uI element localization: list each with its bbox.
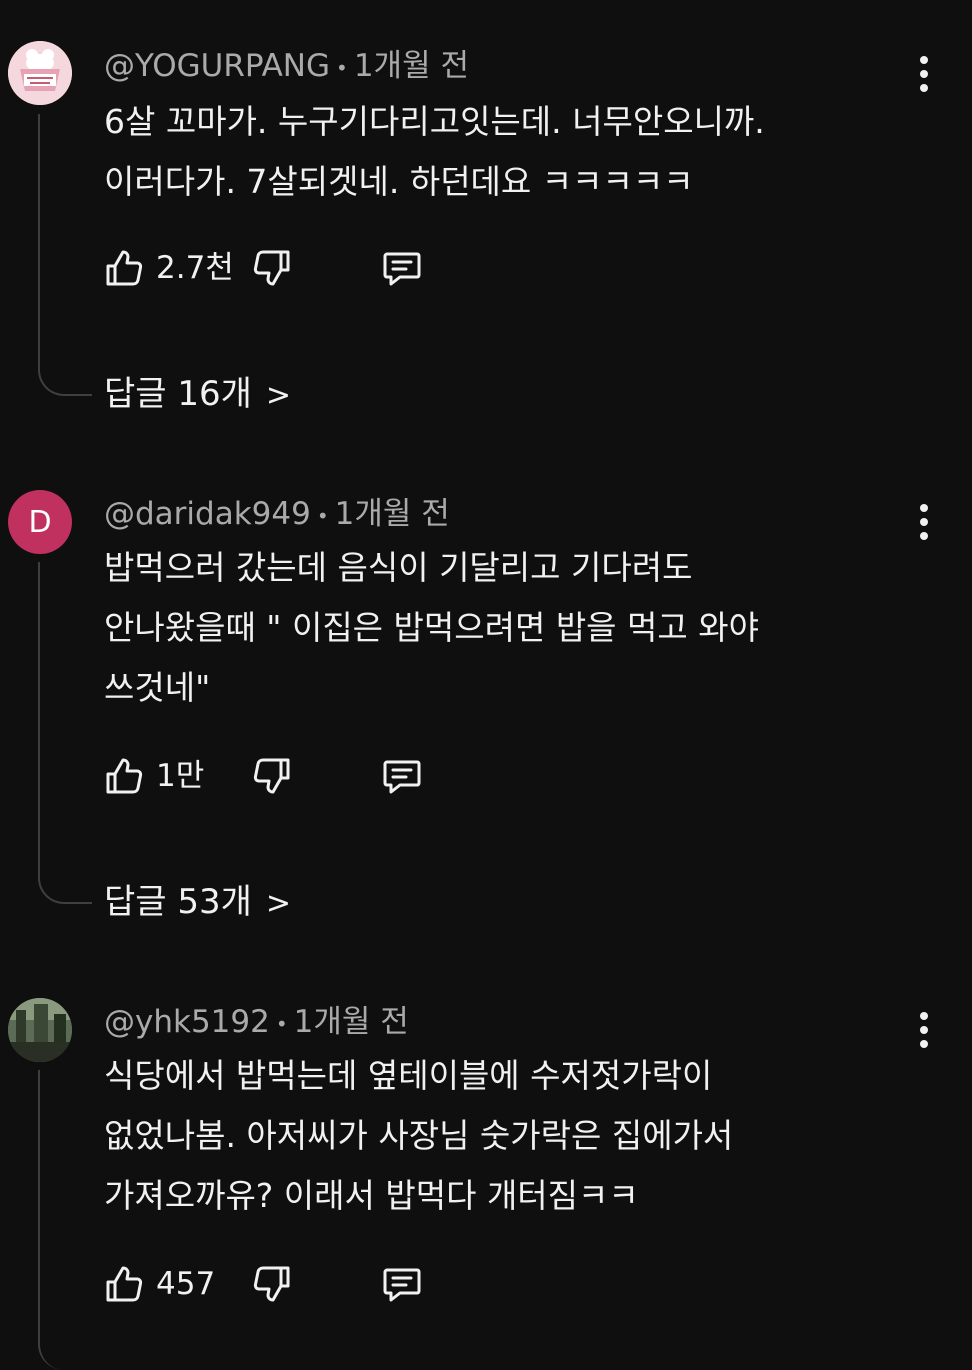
like-icon — [106, 1266, 143, 1302]
like-button[interactable] — [100, 1260, 150, 1310]
dislike-button[interactable] — [248, 1260, 298, 1310]
comment-time: 1개월 전 — [293, 1004, 409, 1040]
reply-button[interactable] — [378, 1260, 428, 1310]
thread-connector — [38, 1070, 92, 1370]
comment-meta: @yhk5192 • 1개월 전 — [104, 1002, 409, 1044]
separator-dot: • — [275, 1011, 288, 1036]
comment-text-line: 없었나봄. 아저씨가 사장님 숫가락은 집에가서 — [104, 1116, 734, 1155]
comment-text-line: 가져오까유? 이래서 밥먹다 개터짐ㅋㅋ — [104, 1176, 639, 1215]
dislike-icon — [253, 1266, 290, 1302]
user-photo-avatar-image — [8, 998, 72, 1062]
comment-actions: 457 — [100, 1260, 460, 1310]
comment-text: 식당에서 밥먹는데 옆테이블에 수저젓가락이 없었나봄. 아저씨가 사장님 숫가… — [104, 1046, 884, 1226]
like-count: 457 — [156, 1266, 216, 1302]
comment-thread-3: @yhk5192 • 1개월 전 식당에서 밥먹는데 옆테이블에 수저젓가락이 없었… — [0, 0, 972, 1370]
author-handle[interactable]: @yhk5192 — [104, 1004, 270, 1040]
reply-icon — [383, 1268, 421, 1302]
comment-text-line: 식당에서 밥먹는데 옆테이블에 수저젓가락이 — [104, 1056, 713, 1095]
more-vert-icon[interactable] — [908, 1010, 940, 1050]
author-avatar[interactable] — [8, 998, 72, 1062]
